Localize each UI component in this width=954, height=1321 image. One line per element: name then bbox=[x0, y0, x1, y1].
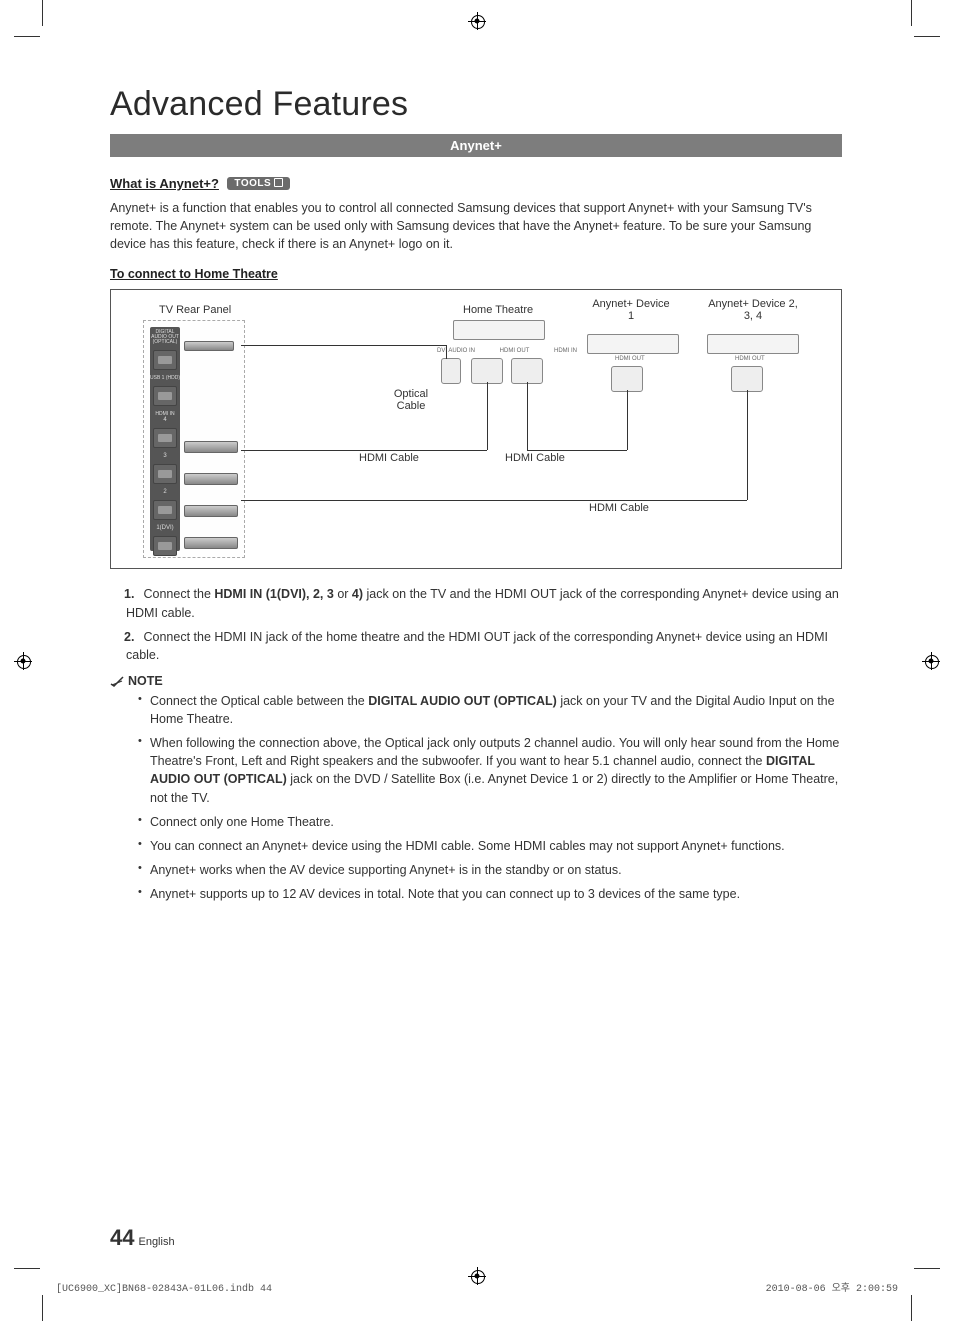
port-hdmi4 bbox=[153, 428, 177, 448]
step-1-bold2: 4) bbox=[352, 587, 363, 601]
ht-label-dvi-audio: DVI AUDIO IN bbox=[437, 348, 475, 354]
note-icon bbox=[110, 675, 124, 687]
crop-mark bbox=[911, 1295, 912, 1321]
note-label: NOTE bbox=[128, 674, 163, 688]
connect-heading: To connect to Home Theatre bbox=[110, 267, 842, 281]
label-home-theatre: Home Theatre bbox=[463, 304, 533, 316]
note-heading: NOTE bbox=[110, 674, 842, 688]
label-hdmi-cable-1: HDMI Cable bbox=[359, 452, 419, 464]
label-anynet-device-234: Anynet+ Device 2, 3, 4 bbox=[705, 298, 801, 322]
label-optical-cable: Optical Cable bbox=[381, 388, 441, 412]
port-num-1: 1(DVI) bbox=[150, 525, 180, 531]
dev1-label-hdmi-out: HDMI OUT bbox=[615, 356, 645, 362]
connection-diagram: TV Rear Panel Home Theatre Anynet+ Devic… bbox=[110, 289, 842, 569]
note-item-2: When following the connection above, the… bbox=[138, 734, 842, 807]
note-2-pre: When following the connection above, the… bbox=[150, 736, 839, 768]
ht-port-optical bbox=[441, 358, 461, 384]
crop-mark bbox=[42, 1295, 43, 1321]
footer-file-right: 2010-08-06 오후 2:00:59 bbox=[766, 1279, 898, 1295]
tv-port-column: DIGITAL AUDIO OUT (OPTICAL) USB 1 (HDD) … bbox=[150, 327, 180, 551]
crop-mark bbox=[14, 1268, 40, 1269]
crop-mark bbox=[914, 36, 940, 37]
port-hdmi2 bbox=[153, 500, 177, 520]
port-num-4: 4 bbox=[150, 417, 180, 423]
crop-mark bbox=[42, 0, 43, 26]
dev234-port-hdmi-out bbox=[731, 366, 763, 392]
port-optical bbox=[153, 350, 177, 370]
port-label-digital-audio-out: DIGITAL AUDIO OUT (OPTICAL) bbox=[150, 327, 180, 345]
anynet-device-1-box bbox=[587, 334, 679, 354]
wire-tv-dev234 bbox=[241, 500, 747, 501]
conn-optical bbox=[184, 341, 234, 351]
note-item-3: Connect only one Home Theatre. bbox=[138, 813, 842, 831]
port-num-2: 2 bbox=[150, 489, 180, 495]
wire-hdmi-tv-ht-v bbox=[487, 382, 488, 450]
conn-hdmi1 bbox=[184, 537, 238, 549]
footer-file-left: [UC6900_XC]BN68-02843A-01L06.indb 44 bbox=[56, 1284, 272, 1295]
page-number: 44 English bbox=[110, 1225, 175, 1251]
dev1-port-hdmi-out bbox=[611, 366, 643, 392]
tools-badge: TOOLS bbox=[227, 177, 290, 190]
port-label-usb: USB 1 (HDD) bbox=[150, 375, 180, 381]
step-2: 2. Connect the HDMI IN jack of the home … bbox=[120, 628, 842, 664]
note-item-4: You can connect an Anynet+ device using … bbox=[138, 837, 842, 855]
wire-hdmi-tv-ht bbox=[241, 450, 487, 451]
note-item-1: Connect the Optical cable between the DI… bbox=[138, 692, 842, 728]
tv-rear-panel-box: DIGITAL AUDIO OUT (OPTICAL) USB 1 (HDD) … bbox=[143, 320, 245, 558]
ht-port-hdmi-out bbox=[471, 358, 503, 384]
note-1-bold: DIGITAL AUDIO OUT (OPTICAL) bbox=[368, 694, 557, 708]
crop-mark bbox=[14, 36, 40, 37]
step-1-mid: or bbox=[334, 587, 352, 601]
wire-tv-dev234-v bbox=[747, 390, 748, 500]
page-number-value: 44 bbox=[110, 1225, 134, 1250]
crop-mark bbox=[911, 0, 912, 26]
wire-ht-dev1-v2 bbox=[627, 390, 628, 450]
label-hdmi-cable-3: HDMI Cable bbox=[589, 502, 649, 514]
what-is-anynet-heading: What is Anynet+? bbox=[110, 176, 219, 191]
anynet-device-234-box bbox=[707, 334, 799, 354]
intro-paragraph: Anynet+ is a function that enables you t… bbox=[110, 199, 842, 253]
step-1: 1. Connect the HDMI IN (1(DVI), 2, 3 or … bbox=[120, 585, 842, 621]
registration-mark-left bbox=[14, 652, 32, 670]
page-language: English bbox=[138, 1236, 174, 1248]
page: Advanced Features Anynet+ What is Anynet… bbox=[0, 0, 954, 1321]
conn-hdmi4 bbox=[184, 441, 238, 453]
ht-port-hdmi-in bbox=[511, 358, 543, 384]
port-hdmi3 bbox=[153, 464, 177, 484]
step-2-text: Connect the HDMI IN jack of the home the… bbox=[126, 630, 828, 662]
note-1-pre: Connect the Optical cable between the bbox=[150, 694, 368, 708]
section-banner: Anynet+ bbox=[110, 134, 842, 157]
wire-optical-v bbox=[446, 345, 447, 359]
port-hdmi1 bbox=[153, 536, 177, 556]
page-title: Advanced Features bbox=[110, 85, 842, 124]
content-area: Advanced Features Anynet+ What is Anynet… bbox=[110, 85, 842, 909]
label-hdmi-cable-2: HDMI Cable bbox=[505, 452, 565, 464]
step-1-pre: Connect the bbox=[143, 587, 214, 601]
wire-ht-dev1 bbox=[527, 450, 627, 451]
conn-hdmi3 bbox=[184, 473, 238, 485]
step-1-bold: HDMI IN (1(DVI), 2, 3 bbox=[214, 587, 333, 601]
home-theatre-device bbox=[453, 320, 545, 340]
conn-hdmi2 bbox=[184, 505, 238, 517]
note-item-6: Anynet+ supports up to 12 AV devices in … bbox=[138, 885, 842, 903]
wire-ht-dev1-v1 bbox=[527, 382, 528, 450]
note-item-5: Anynet+ works when the AV device support… bbox=[138, 861, 842, 879]
ht-label-hdmi-out: HDMI OUT bbox=[500, 348, 530, 354]
registration-mark-right bbox=[922, 652, 940, 670]
label-anynet-device-1: Anynet+ Device 1 bbox=[591, 298, 671, 322]
crop-mark bbox=[914, 1268, 940, 1269]
what-is-anynet-row: What is Anynet+? TOOLS bbox=[110, 175, 842, 193]
port-usb bbox=[153, 386, 177, 406]
label-tv-rear-panel: TV Rear Panel bbox=[159, 304, 231, 316]
steps-list: 1. Connect the HDMI IN (1(DVI), 2, 3 or … bbox=[110, 585, 842, 664]
wire-optical bbox=[241, 345, 446, 346]
registration-mark-bottom bbox=[468, 1267, 486, 1285]
dev234-label-hdmi-out: HDMI OUT bbox=[735, 356, 765, 362]
ht-port-labels: DVI AUDIO IN HDMI OUT HDMI IN bbox=[437, 348, 577, 354]
port-num-3: 3 bbox=[150, 453, 180, 459]
notes-list: Connect the Optical cable between the DI… bbox=[110, 692, 842, 903]
registration-mark-top bbox=[468, 12, 486, 30]
ht-label-hdmi-in: HDMI IN bbox=[554, 348, 577, 354]
